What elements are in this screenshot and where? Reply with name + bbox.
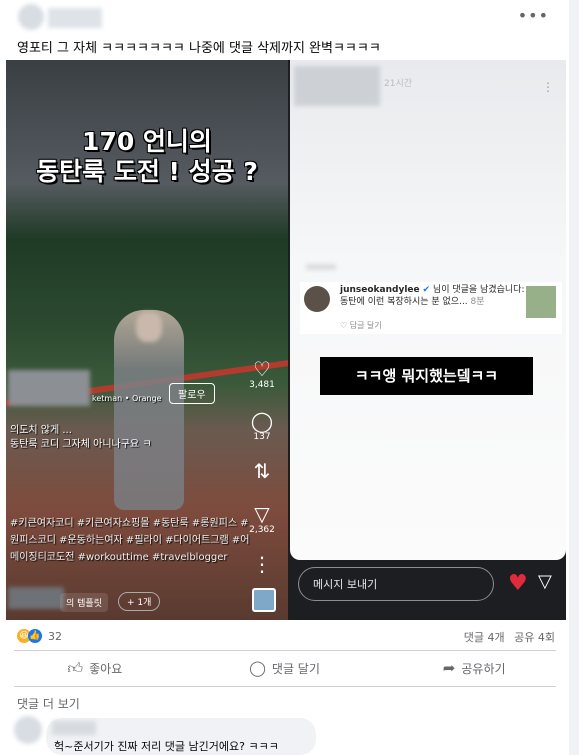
commenter-avatar — [304, 286, 330, 312]
reel-template-author — [8, 587, 64, 609]
story-time: 21시간 — [384, 79, 413, 89]
reel-remix-button[interactable]: ⇅ — [244, 460, 280, 482]
reaction-count: 32 — [48, 629, 62, 643]
share-icon: ➦ — [442, 659, 456, 677]
template-label[interactable]: 의 템플릿 — [60, 593, 108, 612]
remix-icon: ⇅ — [253, 459, 271, 483]
like-icon: 👍︎ — [67, 658, 84, 677]
reel-caption-line2: 동탄룩 코디 그자체 아니나구요 ㅋ — [10, 439, 152, 450]
reel-comment-button[interactable]: ◯ 137 — [244, 410, 280, 442]
comment-body: 동탄에 이런 복장하시는 분 없으... — [340, 297, 468, 307]
like-label: 좋아요 — [89, 661, 123, 676]
story-panel: 21시간 ⋮ junseokandylee ✔ 님이 댓글을 남겼습니다: 동탄… — [290, 60, 566, 560]
commenter-name: junseokandylee — [340, 285, 420, 295]
commenter-avatar[interactable] — [14, 716, 42, 744]
comment-text: 헉~준서기가 진짜 저리 댓글 남긴거에요? ㅋㅋㅋ — [54, 740, 279, 753]
reel-like-button[interactable]: ♡ 3,481 — [244, 358, 280, 390]
reply-label: ♡ 답글 달기 — [340, 321, 382, 330]
reel-screenshot: 170 언니의 동탄룩 도전 ! 성공 ? ketman • Orange 팔로… — [6, 60, 288, 620]
post-card: ••• 영포티 그 자체 ㅋㅋㅋㅋㅋㅋㅋ 나중에 댓글 삭제까지 완벽ㅋㅋㅋㅋ … — [0, 0, 570, 755]
scrollbar[interactable] — [569, 0, 579, 755]
comment-thumbnail — [526, 286, 556, 318]
comment-bubble: 헉~준서기가 진짜 저리 댓글 남긴거에요? ㅋㅋㅋ — [46, 718, 316, 755]
comment-age: 8분 — [470, 297, 485, 307]
comment-label: 댓글 달기 — [271, 661, 320, 676]
share-button[interactable]: ➦ 공유하기 — [379, 652, 569, 684]
reel-face-blur — [136, 312, 162, 342]
message-input[interactable]: 메시지 보내기 — [298, 567, 494, 601]
shares-stat[interactable]: 공유 4회 — [514, 631, 555, 644]
verified-icon: ✔ — [422, 285, 431, 295]
comment-count: 137 — [253, 432, 271, 442]
comment-intro: 님이 댓글을 남겼습니다: — [432, 285, 525, 295]
comments-stat[interactable]: 댓글 4개 — [464, 631, 505, 644]
story-text-blur — [306, 264, 336, 270]
post-caption: 영포티 그 자체 ㅋㅋㅋㅋㅋㅋㅋ 나중에 댓글 삭제까지 완벽ㅋㅋㅋㅋ — [17, 41, 381, 56]
author-avatar[interactable] — [18, 4, 44, 30]
reel-hashtags: #키큰여자코디 #키큰여자쇼핑몰 #동탄룩 #롱원피스 #원피스코디 #운동하는… — [10, 518, 250, 563]
like-button[interactable]: 👍︎ 좋아요 — [0, 652, 190, 684]
story-screenshot: 21시간 ⋮ junseokandylee ✔ 님이 댓글을 남겼습니다: 동탄… — [290, 60, 566, 620]
divider — [14, 650, 556, 651]
reel-caption-line1: 의도치 않게 ... — [10, 425, 72, 436]
comment-icon: ◯ — [249, 659, 266, 677]
share-label: 공유하기 — [461, 661, 506, 676]
follow-button[interactable]: 팔로우 — [169, 383, 215, 404]
story-comment-text: junseokandylee ✔ 님이 댓글을 남겼습니다: 동탄에 이런 복장… — [340, 284, 525, 308]
heart-icon: ♡ — [253, 357, 271, 381]
author-name[interactable] — [48, 8, 102, 28]
more-vertical-icon[interactable]: ⋮ — [542, 80, 554, 94]
like-icon: 👍 — [28, 629, 42, 643]
reel-account-avatar — [8, 370, 90, 406]
send-icon[interactable]: ▽ — [538, 571, 552, 592]
reel-title-line2: 동탄룩 도전 ! 성공 ? — [36, 157, 258, 186]
audio-thumbnail[interactable] — [252, 588, 276, 612]
reel-account-suffix: ketman • Orange — [92, 394, 162, 403]
heart-icon[interactable]: ♥ — [508, 573, 528, 595]
story-overlay-text: ㅋㅋ앵 뭐지했는뎈ㅋㅋ — [320, 357, 533, 395]
post-stats: 댓글 4개 공유 4회 — [464, 629, 555, 645]
action-bar: 👍︎ 좋아요 ◯ 댓글 달기 ➦ 공유하기 — [0, 652, 569, 684]
comment-button[interactable]: ◯ 댓글 달기 — [190, 652, 380, 684]
commenter-name[interactable] — [52, 721, 96, 735]
template-plus-label[interactable]: + 1개 — [118, 592, 161, 611]
divider — [14, 686, 556, 687]
comment-icon: ◯ — [250, 409, 274, 433]
like-count: 3,481 — [249, 380, 275, 390]
story-comment-card: junseokandylee ✔ 님이 댓글을 남겼습니다: 동탄에 이런 복장… — [300, 282, 562, 334]
more-options-button[interactable]: ••• — [518, 6, 549, 25]
post-media[interactable]: 170 언니의 동탄룩 도전 ! 성공 ? ketman • Orange 팔로… — [6, 60, 566, 620]
reaction-summary[interactable]: 😆 👍 32 — [17, 629, 62, 643]
view-more-comments[interactable]: 댓글 더 보기 — [17, 695, 80, 712]
story-author-blur — [294, 66, 380, 106]
